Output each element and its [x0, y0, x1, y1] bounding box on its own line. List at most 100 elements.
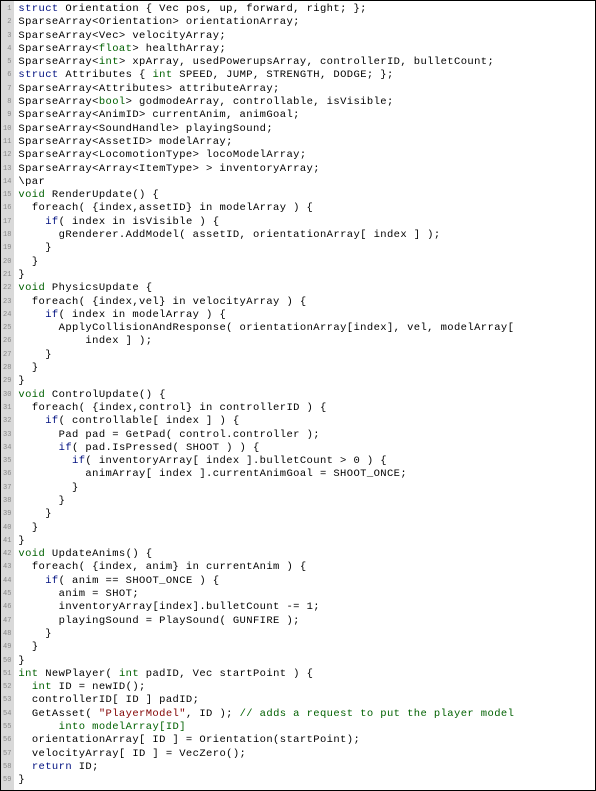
token: UpdateAnims() { [45, 548, 152, 560]
code-line: if( pad.IsPressed( SHOOT ) ) { [18, 442, 591, 455]
token-kw: if [72, 455, 85, 467]
token: } [18, 774, 25, 786]
token: ( controllable[ index ] ) { [59, 415, 240, 427]
code-line: playingSound = PlaySound( GUNFIRE ); [18, 615, 591, 628]
line-number: 40 [3, 522, 11, 535]
code-line: foreach( {index,control} in controllerID… [18, 402, 591, 415]
line-number: 35 [3, 455, 11, 468]
token: > godmodeArray, controllable, isVisible; [126, 96, 394, 108]
token: foreach( {index,vel} in velocityArray ) … [32, 296, 307, 308]
line-number: 48 [3, 628, 11, 641]
token: } [45, 628, 52, 640]
code-line: SparseArray<LocomotionType> locoModelArr… [18, 149, 591, 162]
line-number: 12 [3, 149, 11, 162]
token: } [18, 269, 25, 281]
line-number: 11 [3, 136, 11, 149]
line-number: 28 [3, 362, 11, 375]
line-number: 54 [3, 708, 11, 721]
token: , ID ); [186, 708, 240, 720]
line-number: 18 [3, 229, 11, 242]
code-line: into modelArray[ID] [18, 721, 591, 734]
token: SPEED, JUMP, STRENGTH, DODGE; }; [173, 69, 394, 81]
code-line: SparseArray<float> healthArray; [18, 43, 591, 56]
code-line: ApplyCollisionAndResponse( orientationAr… [18, 322, 591, 335]
token-ty: void [18, 282, 45, 294]
line-number: 21 [3, 269, 11, 282]
token: } [59, 495, 66, 507]
code-line: } [18, 349, 591, 362]
token: inventoryArray[index].bulletCount -= 1; [59, 601, 320, 613]
line-number: 26 [3, 335, 11, 348]
line-number: 45 [3, 588, 11, 601]
token: } [45, 508, 52, 520]
code-line: SparseArray<Orientation> orientationArra… [18, 16, 591, 29]
line-number: 52 [3, 681, 11, 694]
token: ( pad.IsPressed( SHOOT ) ) { [72, 442, 260, 454]
code-line: int ID = newID(); [18, 681, 591, 694]
code-line: void ControlUpdate() { [18, 389, 591, 402]
line-number: 47 [3, 615, 11, 628]
code-line: } [18, 641, 591, 654]
code-line: } [18, 628, 591, 641]
token: SparseArray<Attributes> attributeArray; [18, 83, 279, 95]
code-line: if( inventoryArray[ index ].bulletCount … [18, 455, 591, 468]
line-number: 14 [3, 176, 11, 189]
code-line: } [18, 508, 591, 521]
token: PhysicsUpdate { [45, 282, 152, 294]
line-number: 6 [3, 69, 11, 82]
line-number: 36 [3, 468, 11, 481]
code-line: } [18, 256, 591, 269]
token-kw: if [45, 309, 58, 321]
line-number: 46 [3, 601, 11, 614]
token-ty: void [18, 189, 45, 201]
code-line: } [18, 362, 591, 375]
code-body: struct Orientation { Vec pos, up, forwar… [14, 1, 595, 790]
code-line: foreach( {index, anim} in currentAnim ) … [18, 561, 591, 574]
token: orientationArray[ ID ] = Orientation(sta… [32, 734, 360, 746]
code-line: orientationArray[ ID ] = Orientation(sta… [18, 734, 591, 747]
line-number: 22 [3, 282, 11, 295]
token-ty: int [32, 681, 52, 693]
token: controllerID[ ID ] padID; [32, 694, 200, 706]
token: playingSound = PlaySound( GUNFIRE ); [59, 615, 300, 627]
line-number: 27 [3, 349, 11, 362]
code-line: SparseArray<int> xpArray, usedPowerupsAr… [18, 56, 591, 69]
token: SparseArray<Orientation> orientationArra… [18, 16, 299, 28]
code-listing: 1234567891011121314151617181920212223242… [0, 0, 596, 791]
code-line: } [18, 375, 591, 388]
token: SparseArray<LocomotionType> locoModelArr… [18, 149, 306, 161]
line-number: 51 [3, 668, 11, 681]
token-kw: if [45, 575, 58, 587]
line-number: 23 [3, 296, 11, 309]
line-number: 41 [3, 535, 11, 548]
code-line: inventoryArray[index].bulletCount -= 1; [18, 601, 591, 614]
line-number: 16 [3, 202, 11, 215]
token: ControlUpdate() { [45, 389, 166, 401]
code-line: int NewPlayer( int padID, Vec startPoint… [18, 668, 591, 681]
line-number: 25 [3, 322, 11, 335]
token: } [18, 655, 25, 667]
line-number: 31 [3, 402, 11, 415]
line-number: 29 [3, 375, 11, 388]
code-line: anim = SHOT; [18, 588, 591, 601]
token: } [32, 256, 39, 268]
line-number: 19 [3, 242, 11, 255]
code-line: \par [18, 176, 591, 189]
token-ty: int [18, 668, 38, 680]
token: } [32, 522, 39, 534]
code-line: struct Orientation { Vec pos, up, forwar… [18, 3, 591, 16]
code-line: } [18, 495, 591, 508]
token: gRenderer.AddModel( assetID, orientation… [59, 229, 441, 241]
line-number: 1 [3, 3, 11, 16]
token: ( inventoryArray[ index ].bulletCount > … [85, 455, 387, 467]
line-number: 4 [3, 43, 11, 56]
token-kw: struct [18, 3, 58, 15]
line-number: 10 [3, 123, 11, 136]
code-line: SparseArray<AssetID> modelArray; [18, 136, 591, 149]
line-number: 37 [3, 482, 11, 495]
line-number: 50 [3, 655, 11, 668]
token: } [18, 375, 25, 387]
token: ApplyCollisionAndResponse( orientationAr… [59, 322, 515, 334]
line-number: 20 [3, 256, 11, 269]
token: velocityArray[ ID ] = VecZero(); [32, 748, 246, 760]
